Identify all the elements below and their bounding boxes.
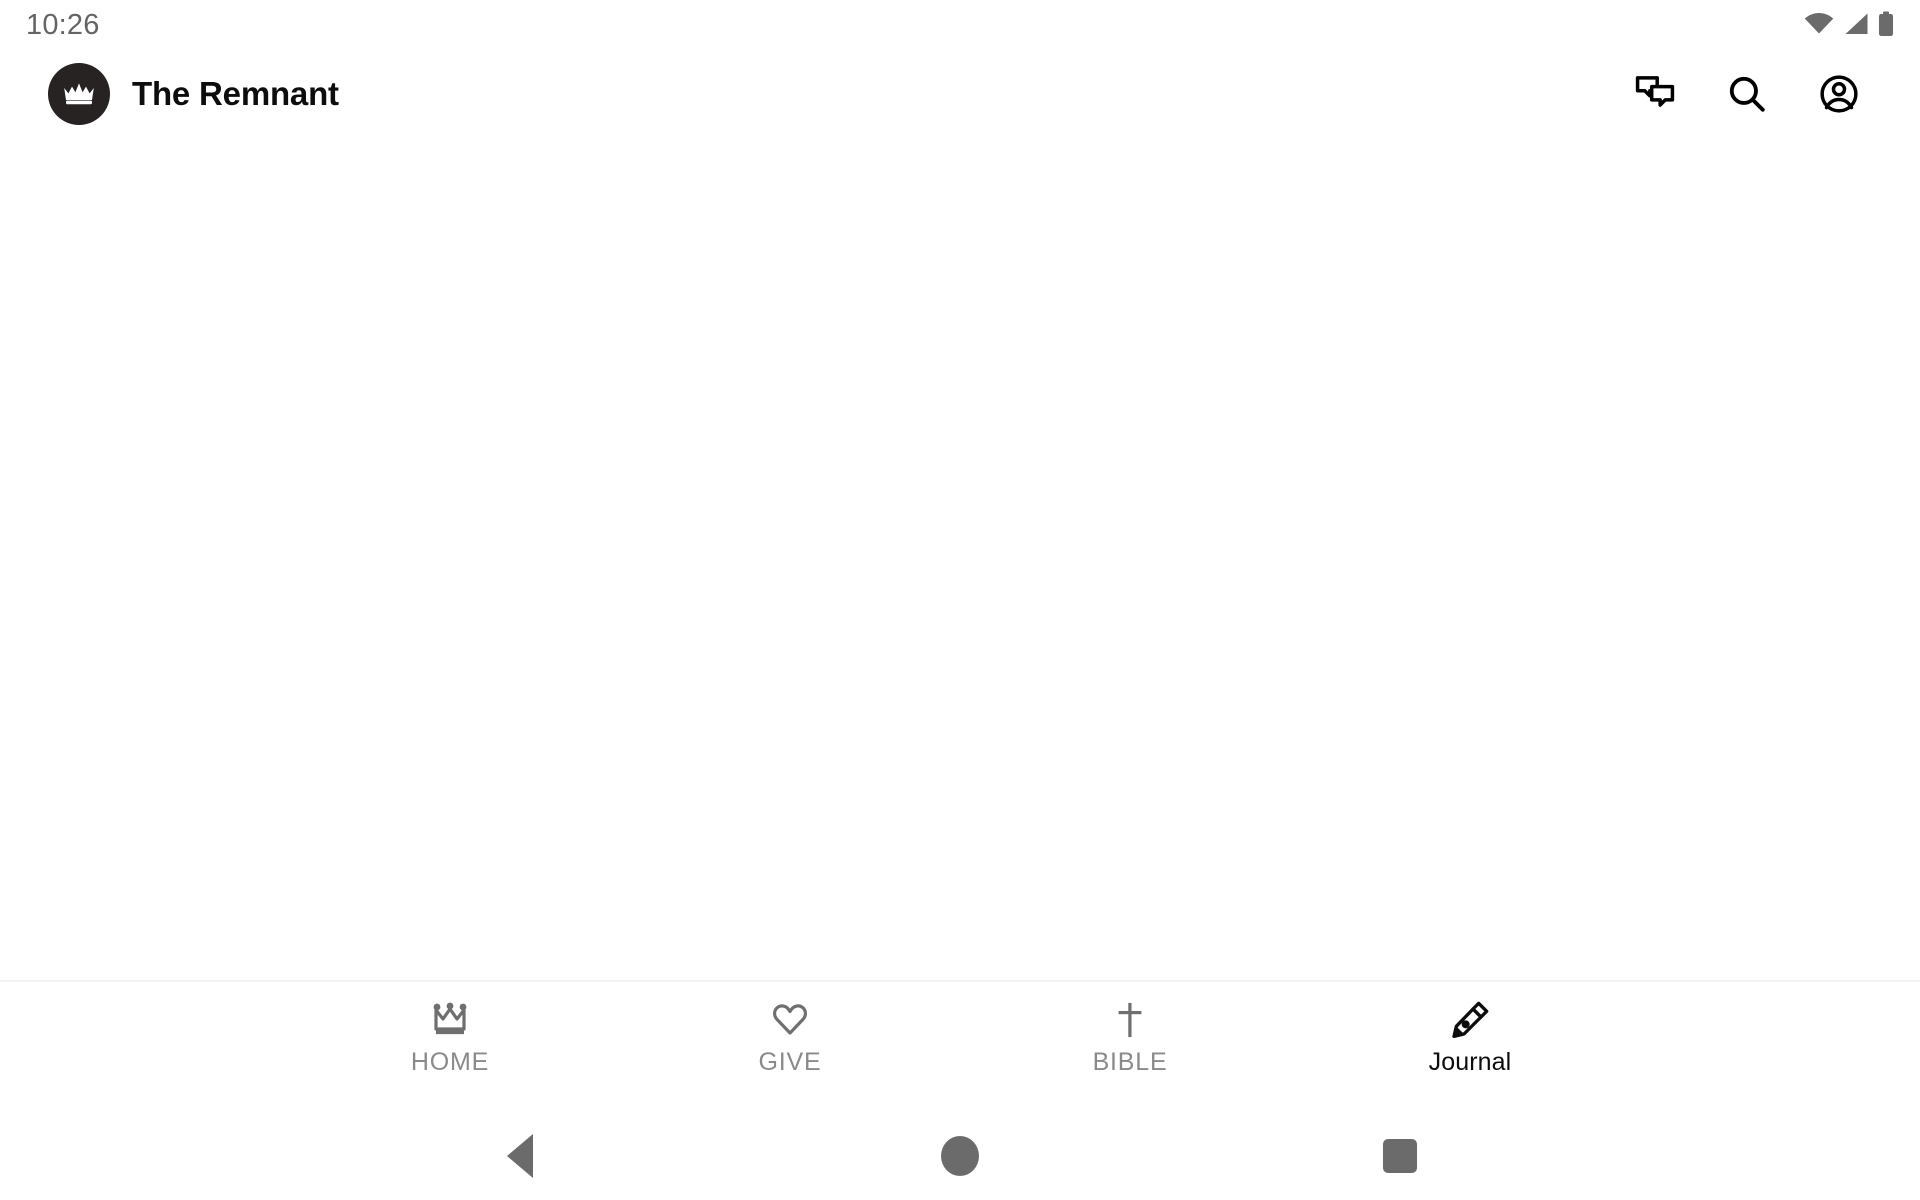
tab-journal[interactable]: Journal — [1300, 998, 1640, 1075]
tab-bible-label: BIBLE — [1092, 1048, 1168, 1076]
back-triangle-icon — [507, 1134, 533, 1178]
search-button[interactable] — [1718, 65, 1776, 123]
battery-icon — [1878, 11, 1894, 37]
heart-outline-icon — [770, 998, 810, 1042]
status-clock: 10:26 — [26, 8, 100, 41]
recents-square-icon — [1383, 1139, 1417, 1173]
phone-screen: 10:26 The Remnant HOME GIVE BIBLE Journa… — [0, 0, 1920, 1200]
bottom-tab-bar: HOME GIVE BIBLE Journal — [0, 980, 1920, 1112]
account-button[interactable] — [1810, 65, 1868, 123]
android-nav-bar — [0, 1112, 1920, 1200]
tab-give-label: GIVE — [758, 1048, 822, 1076]
messages-button[interactable] — [1626, 65, 1684, 123]
wifi-icon — [1804, 12, 1834, 36]
home-circle-icon — [941, 1136, 979, 1176]
app-bar: The Remnant — [0, 48, 1920, 140]
search-icon — [1725, 72, 1769, 116]
tab-home[interactable]: HOME — [280, 998, 620, 1075]
tab-journal-label: Journal — [1428, 1048, 1512, 1076]
cross-icon — [1110, 998, 1150, 1042]
main-content — [0, 140, 1920, 980]
tab-give[interactable]: GIVE — [620, 998, 960, 1075]
status-bar: 10:26 — [0, 0, 1920, 48]
android-recents-button[interactable] — [1355, 1121, 1445, 1191]
app-logo[interactable] — [48, 63, 110, 125]
android-back-button[interactable] — [475, 1121, 565, 1191]
brand[interactable]: The Remnant — [48, 63, 339, 125]
android-home-button[interactable] — [915, 1121, 1005, 1191]
crown-outline-icon — [430, 998, 470, 1042]
pen-nib-icon — [1449, 998, 1491, 1042]
account-icon — [1817, 72, 1861, 116]
crown-icon — [61, 81, 97, 107]
app-title: The Remnant — [132, 75, 339, 112]
tab-home-label: HOME — [410, 1048, 490, 1076]
status-bar-icons — [1804, 11, 1898, 37]
tab-bible[interactable]: BIBLE — [960, 998, 1300, 1075]
app-bar-actions — [1626, 65, 1890, 123]
cellular-signal-icon — [1843, 12, 1869, 36]
messages-icon — [1633, 72, 1677, 116]
